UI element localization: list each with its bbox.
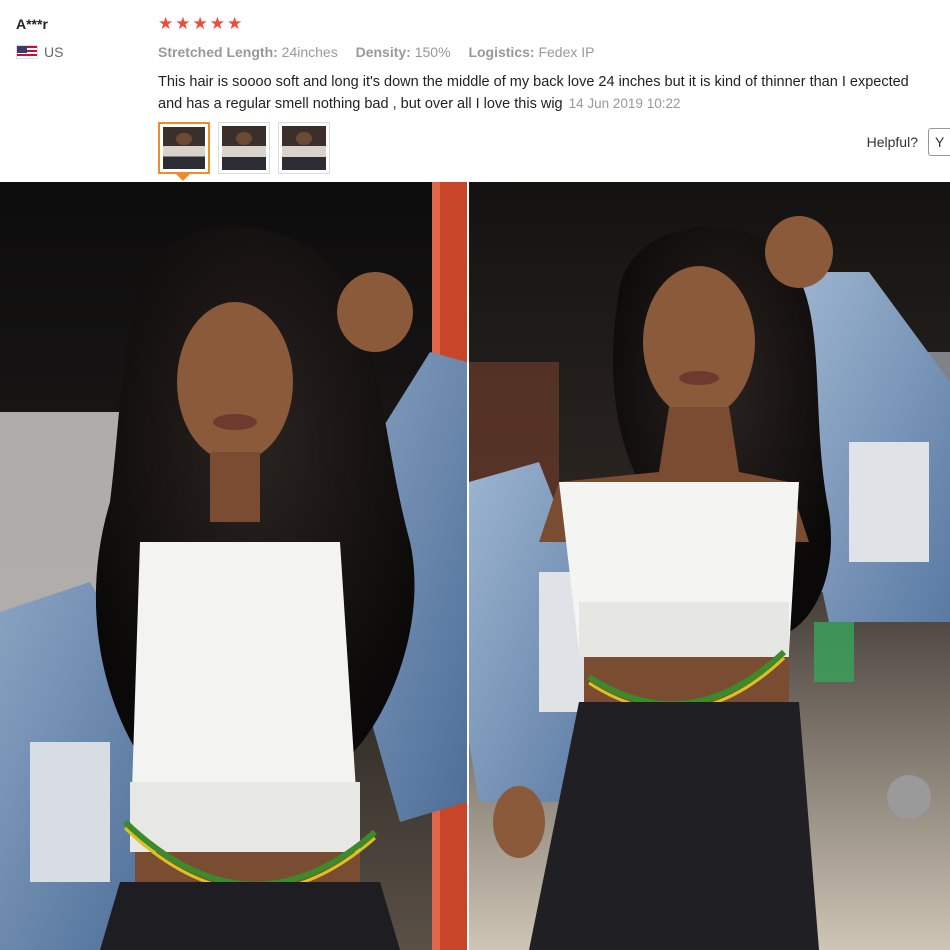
customer-photo-left[interactable] [0,182,467,950]
review-text-line-2: and has a regular smell nothing bad , bu… [158,93,950,115]
thumbnail-1[interactable] [158,122,210,174]
review-text-line-2-content: and has a regular smell nothing bad , bu… [158,96,563,112]
review-text-line-1: This hair is soooo soft and long it's do… [158,74,909,90]
thumbnail-2[interactable] [218,122,270,174]
density-label: Density: [355,44,411,60]
customer-photo-1-icon [0,182,467,950]
helpful-label: Helpful? [866,134,918,150]
review-text: This hair is soooo soft and long it's do… [158,71,950,115]
thumbnail-3-image [282,126,326,170]
density-value: 150% [414,44,451,60]
rating-stars: ★★★★★ [158,14,245,33]
country-label: US [44,44,64,60]
stretched-length-value: 24inches [281,44,338,60]
customer-photo-right[interactable] [469,182,950,950]
stretched-length-label: Stretched Length: [158,44,278,60]
review-thumbnails [158,122,330,174]
helpful-yes-button[interactable]: Y [928,128,950,156]
review-attributes: Stretched Length: 24inches Density: 150%… [158,44,608,60]
photo-gallery [0,182,950,950]
thumbnail-2-image [222,126,266,170]
thumbnail-3[interactable] [278,122,330,174]
logistics-value: Fedex IP [538,44,595,60]
thumbnail-1-image [163,127,205,169]
helpful-section: Helpful? Y [867,128,950,156]
logistics-label: Logistics: [468,44,535,60]
us-flag-icon [16,45,38,59]
page: A***r US ★★★★★ Stretched Length: 24inche… [0,0,950,950]
customer-photo-2-icon [469,182,950,950]
reviewer-name: A***r [16,16,48,32]
review-date: 14 Jun 2019 10:22 [568,96,681,111]
selected-thumbnail-caret-icon [176,174,190,181]
reviewer-country: US [16,44,63,60]
review-card: A***r US ★★★★★ Stretched Length: 24inche… [0,0,950,182]
